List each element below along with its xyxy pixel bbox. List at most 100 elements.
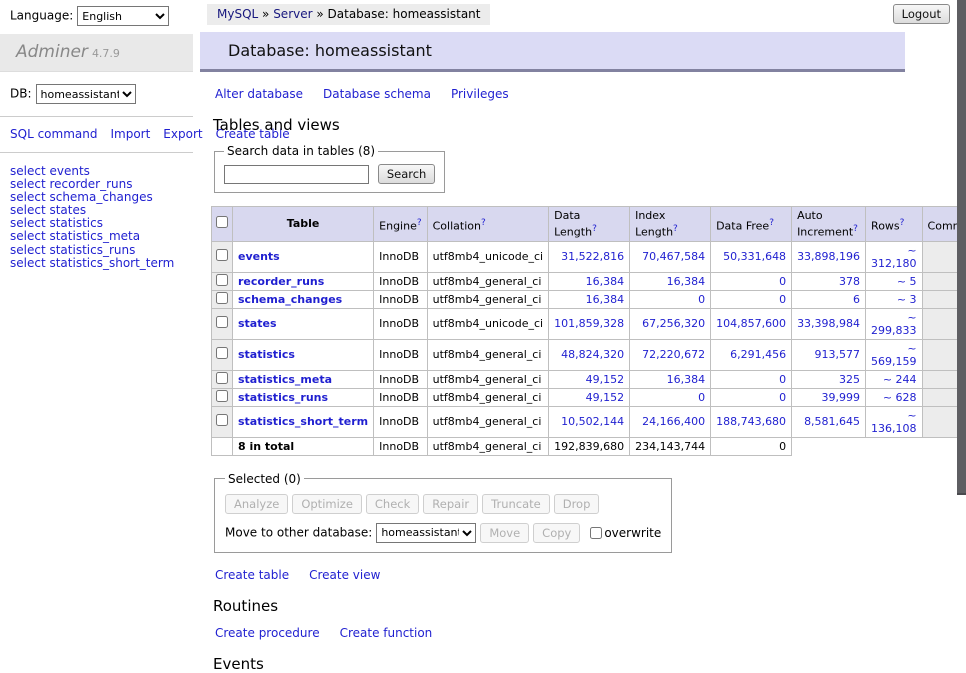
index-length-link[interactable]: 0 <box>698 391 705 404</box>
language-select[interactable]: English <box>77 6 169 26</box>
sidebar-item-select-events[interactable]: select events <box>10 164 90 178</box>
table-link-statistics-runs[interactable]: statistics_runs <box>238 391 328 404</box>
data-length-link[interactable]: 31,522,816 <box>561 250 624 263</box>
index-length-link[interactable]: 70,467,584 <box>642 250 705 263</box>
row-checkbox[interactable] <box>216 372 228 384</box>
link-database-schema[interactable]: Database schema <box>323 87 431 101</box>
optimize-button[interactable]: Optimize <box>292 494 362 514</box>
row-checkbox[interactable] <box>216 249 228 261</box>
index-length-link[interactable]: 67,256,320 <box>642 317 705 330</box>
data-free-link[interactable]: 0 <box>779 373 786 386</box>
rows-link[interactable]: ~ 5 <box>897 275 917 288</box>
link-create-view[interactable]: Create view <box>309 568 380 582</box>
overwrite-checkbox[interactable] <box>590 527 602 539</box>
logout-button[interactable]: Logout <box>893 4 950 24</box>
auto-increment-link[interactable]: 8,581,645 <box>804 415 860 428</box>
vertical-scrollbar[interactable] <box>957 0 966 543</box>
data-free-link[interactable]: 188,743,680 <box>716 415 786 428</box>
sidebar-link-export[interactable]: Export <box>163 127 202 141</box>
index-length-link[interactable]: 16,384 <box>667 275 706 288</box>
auto-increment-link[interactable]: 39,999 <box>822 391 861 404</box>
data-length-link[interactable]: 49,152 <box>586 391 625 404</box>
index-length-link[interactable]: 16,384 <box>667 373 706 386</box>
rows-link[interactable]: ~ 312,180 <box>871 244 917 270</box>
auto-increment-link[interactable]: 913,577 <box>815 348 861 361</box>
row-checkbox[interactable] <box>216 316 228 328</box>
column-help-link[interactable]: ? <box>592 224 597 234</box>
index-length-link[interactable]: 0 <box>698 293 705 306</box>
sidebar-item-select-statistics-short-term[interactable]: select statistics_short_term <box>10 256 174 270</box>
table-link-events[interactable]: events <box>238 250 280 263</box>
link-alter-database[interactable]: Alter database <box>215 87 303 101</box>
sidebar-item-select-statistics-meta[interactable]: select statistics_meta <box>10 229 140 243</box>
data-free-link[interactable]: 50,331,648 <box>723 250 786 263</box>
sidebar-link-sql-command[interactable]: SQL command <box>10 127 97 141</box>
column-help-link[interactable]: ? <box>417 218 422 228</box>
link-create-procedure[interactable]: Create procedure <box>215 626 320 640</box>
data-free-link[interactable]: 0 <box>779 275 786 288</box>
row-checkbox[interactable] <box>216 347 228 359</box>
rows-link[interactable]: ~ 3 <box>897 293 917 306</box>
rows-link[interactable]: ~ 136,108 <box>871 409 917 435</box>
row-checkbox[interactable] <box>216 414 228 426</box>
auto-increment-link[interactable]: 6 <box>853 293 860 306</box>
column-help-link[interactable]: ? <box>853 224 858 234</box>
column-help-link[interactable]: ? <box>900 218 905 228</box>
data-length-link[interactable]: 48,824,320 <box>561 348 624 361</box>
search-button[interactable]: Search <box>378 164 436 184</box>
sidebar-item-select-recorder-runs[interactable]: select recorder_runs <box>10 177 133 191</box>
scrollbar-thumb[interactable] <box>957 0 966 495</box>
move-db-select[interactable]: homeassistant <box>376 523 476 543</box>
analyze-button[interactable]: Analyze <box>225 494 288 514</box>
data-length-link[interactable]: 101,859,328 <box>554 317 624 330</box>
breadcrumb-link-server[interactable]: Server <box>273 7 312 21</box>
table-link-statistics-short-term[interactable]: statistics_short_term <box>238 415 368 428</box>
search-input[interactable] <box>224 165 369 184</box>
table-link-schema-changes[interactable]: schema_changes <box>238 293 342 306</box>
rows-link[interactable]: ~ 569,159 <box>871 342 917 368</box>
copy-button[interactable]: Copy <box>533 523 580 543</box>
rows-link[interactable]: ~ 628 <box>883 391 917 404</box>
column-help-link[interactable]: ? <box>673 224 678 234</box>
row-checkbox[interactable] <box>216 274 228 286</box>
sidebar-link-import[interactable]: Import <box>110 127 150 141</box>
data-length-link[interactable]: 10,502,144 <box>561 415 624 428</box>
data-free-link[interactable]: 0 <box>779 293 786 306</box>
rows-link[interactable]: ~ 244 <box>883 373 917 386</box>
breadcrumb-link-mysql[interactable]: MySQL <box>217 7 258 21</box>
data-free-link[interactable]: 6,291,456 <box>730 348 786 361</box>
index-length-link[interactable]: 72,220,672 <box>642 348 705 361</box>
table-link-statistics[interactable]: statistics <box>238 348 295 361</box>
db-select[interactable]: homeassistant <box>36 84 136 104</box>
table-link-statistics-meta[interactable]: statistics_meta <box>238 373 332 386</box>
move-button[interactable]: Move <box>480 523 529 543</box>
select-all-checkbox[interactable] <box>216 216 228 228</box>
repair-button[interactable]: Repair <box>423 494 478 514</box>
index-length-link[interactable]: 24,166,400 <box>642 415 705 428</box>
auto-increment-link[interactable]: 33,898,196 <box>797 250 860 263</box>
data-free-link[interactable]: 0 <box>779 391 786 404</box>
table-link-states[interactable]: states <box>238 317 277 330</box>
check-button[interactable]: Check <box>366 494 419 514</box>
sidebar-item-select-schema-changes[interactable]: select schema_changes <box>10 190 153 204</box>
auto-increment-link[interactable]: 325 <box>839 373 860 386</box>
auto-increment-link[interactable]: 33,398,984 <box>797 317 860 330</box>
data-free-link[interactable]: 104,857,600 <box>716 317 786 330</box>
link-create-table[interactable]: Create table <box>215 568 289 582</box>
drop-button[interactable]: Drop <box>554 494 600 514</box>
sidebar-item-select-statistics-runs[interactable]: select statistics_runs <box>10 243 135 257</box>
link-create-function[interactable]: Create function <box>340 626 433 640</box>
table-link-recorder-runs[interactable]: recorder_runs <box>238 275 324 288</box>
data-length-link[interactable]: 16,384 <box>586 293 625 306</box>
data-length-link[interactable]: 16,384 <box>586 275 625 288</box>
column-help-link[interactable]: ? <box>481 218 486 228</box>
rows-link[interactable]: ~ 299,833 <box>871 311 917 337</box>
sidebar-item-select-states[interactable]: select states <box>10 203 86 217</box>
truncate-button[interactable]: Truncate <box>482 494 550 514</box>
data-length-link[interactable]: 49,152 <box>586 373 625 386</box>
link-privileges[interactable]: Privileges <box>451 87 509 101</box>
auto-increment-link[interactable]: 378 <box>839 275 860 288</box>
column-help-link[interactable]: ? <box>769 218 774 228</box>
sidebar-item-select-statistics[interactable]: select statistics <box>10 216 103 230</box>
row-checkbox[interactable] <box>216 292 228 304</box>
